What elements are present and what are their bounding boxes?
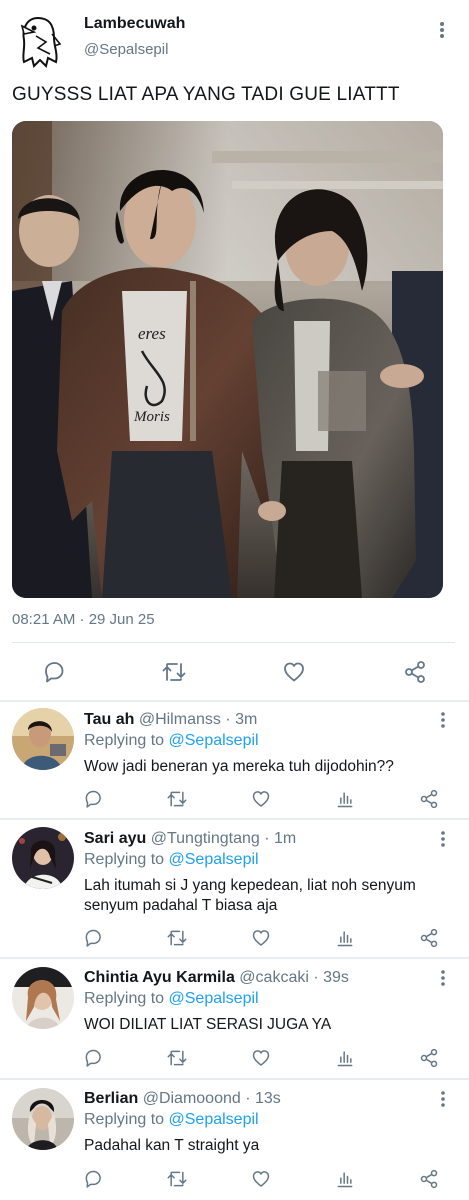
- reply-icon[interactable]: [80, 1166, 106, 1192]
- tweet-timestamp[interactable]: 08:21 AM · 29 Jun 25: [12, 611, 155, 628]
- replying-to-label: Replying to: [84, 1111, 165, 1128]
- reply-tweet[interactable]: Chintia Ayu Karmila @cakcaki · 39s Reply…: [0, 959, 469, 1078]
- replying-to-mention[interactable]: @Sepalsepil: [169, 732, 259, 749]
- reply-tweet[interactable]: Berlian @Diamooond · 13s Replying to @Se…: [0, 1080, 469, 1200]
- reply-time[interactable]: 1m: [274, 830, 296, 847]
- divider: [12, 642, 455, 643]
- replying-to-mention[interactable]: @Sepalsepil: [169, 1111, 259, 1128]
- share-icon[interactable]: [416, 1166, 442, 1192]
- dot-separator: ·: [259, 830, 274, 847]
- replying-to: Replying to @Sepalsepil: [84, 1111, 259, 1129]
- avatar[interactable]: [12, 708, 74, 770]
- share-icon[interactable]: [400, 657, 430, 687]
- replying-to: Replying to @Sepalsepil: [84, 990, 259, 1008]
- author-handle[interactable]: @Sepalsepil: [84, 41, 168, 58]
- tweet-actions: [0, 655, 469, 689]
- reply-author-name[interactable]: Berlian: [84, 1090, 138, 1107]
- reply-icon[interactable]: [39, 657, 69, 687]
- author-avatar[interactable]: [16, 14, 64, 70]
- reply-time[interactable]: 39s: [323, 969, 349, 986]
- penguin-sketch-icon: [20, 16, 62, 68]
- reply-icon[interactable]: [80, 786, 106, 812]
- replying-to: Replying to @Sepalsepil: [84, 851, 259, 869]
- reply-time[interactable]: 13s: [255, 1090, 281, 1107]
- tweet-photo[interactable]: eres Moris: [12, 121, 443, 598]
- reply-text: Lah itumah si J yang kepedean, liat noh …: [84, 877, 416, 914]
- dot-separator: ·: [240, 1090, 255, 1107]
- reply-author-name[interactable]: Chintia Ayu Karmila: [84, 969, 235, 986]
- reply-tweet[interactable]: Tau ah @Hilmanss · 3m Replying to @Sepal…: [0, 702, 469, 818]
- replying-to-label: Replying to: [84, 732, 165, 749]
- author-name[interactable]: Lambecuwah: [84, 15, 185, 33]
- reply-author-handle[interactable]: @Hilmanss: [139, 711, 221, 728]
- reply-icon[interactable]: [80, 1045, 106, 1071]
- share-icon[interactable]: [416, 786, 442, 812]
- analytics-icon[interactable]: [332, 786, 358, 812]
- more-options-icon[interactable]: [432, 20, 452, 40]
- avatar[interactable]: [12, 827, 74, 889]
- reply-text: Wow jadi beneran ya mereka tuh dijodohin…: [84, 758, 394, 775]
- reply-author-handle[interactable]: @Tungtingtang: [151, 830, 260, 847]
- analytics-icon[interactable]: [332, 925, 358, 951]
- like-icon[interactable]: [248, 925, 274, 951]
- retweet-icon[interactable]: [164, 925, 190, 951]
- reply-author-name[interactable]: Tau ah: [84, 711, 134, 728]
- retweet-icon[interactable]: [164, 1166, 190, 1192]
- reply-author-handle[interactable]: @Diamooond: [143, 1090, 241, 1107]
- more-options-icon[interactable]: [434, 830, 452, 848]
- like-icon[interactable]: [248, 1166, 274, 1192]
- analytics-icon[interactable]: [332, 1045, 358, 1071]
- share-icon[interactable]: [416, 1045, 442, 1071]
- reply-icon[interactable]: [80, 925, 106, 951]
- like-icon[interactable]: [248, 1045, 274, 1071]
- reply-text: WOI DILIAT LIAT SERASI JUGA YA: [84, 1016, 332, 1033]
- replying-to-mention[interactable]: @Sepalsepil: [169, 851, 259, 868]
- analytics-icon[interactable]: [332, 1166, 358, 1192]
- retweet-icon[interactable]: [164, 786, 190, 812]
- dot-separator: ·: [220, 711, 236, 728]
- more-options-icon[interactable]: [434, 1090, 452, 1108]
- retweet-icon[interactable]: [164, 1045, 190, 1071]
- main-tweet: Lambecuwah @Sepalsepil GUYSSS LIAT APA Y…: [0, 0, 469, 701]
- replying-to-mention[interactable]: @Sepalsepil: [169, 990, 259, 1007]
- photo-illustration: eres Moris: [12, 121, 443, 598]
- reply-author-name[interactable]: Sari ayu: [84, 830, 146, 847]
- retweet-icon[interactable]: [159, 657, 189, 687]
- more-options-icon[interactable]: [434, 711, 452, 729]
- reply-time[interactable]: 3m: [235, 711, 257, 728]
- like-icon[interactable]: [279, 657, 309, 687]
- tweet-text: GUYSSS LIAT APA YANG TADI GUE LIATTT: [12, 84, 400, 105]
- dot-separator: ·: [308, 969, 324, 986]
- replying-to-label: Replying to: [84, 851, 165, 868]
- reply-author-handle[interactable]: @cakcaki: [239, 969, 309, 986]
- avatar[interactable]: [12, 1088, 74, 1150]
- replying-to: Replying to @Sepalsepil: [84, 732, 259, 750]
- more-options-icon[interactable]: [434, 969, 452, 987]
- reply-tweet[interactable]: Sari ayu @Tungtingtang · 1m Replying to …: [0, 820, 469, 957]
- like-icon[interactable]: [248, 786, 274, 812]
- replying-to-label: Replying to: [84, 990, 165, 1007]
- reply-text: Padahal kan T straight ya: [84, 1137, 260, 1154]
- share-icon[interactable]: [416, 925, 442, 951]
- avatar[interactable]: [12, 967, 74, 1029]
